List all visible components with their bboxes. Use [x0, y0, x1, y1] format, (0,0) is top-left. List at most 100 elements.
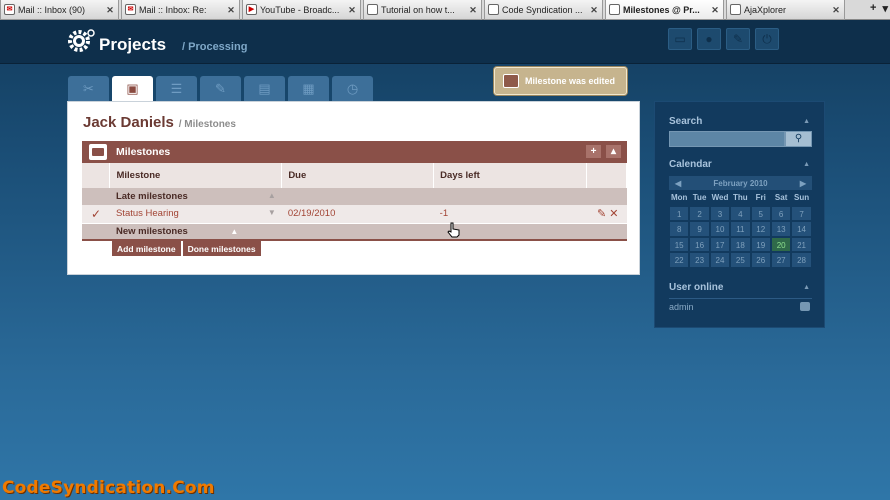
- calendar-day[interactable]: 14: [791, 221, 812, 237]
- project-name[interactable]: Jack Daniels: [83, 114, 174, 131]
- tab-tools-icon[interactable]: ✂: [68, 76, 109, 101]
- calendar-day[interactable]: 24: [709, 252, 731, 268]
- search-title: Search: [669, 116, 703, 127]
- next-month-icon[interactable]: ▶: [800, 179, 806, 188]
- collapse-icon[interactable]: ▴: [606, 145, 621, 158]
- calendar-day[interactable]: 26: [750, 252, 771, 268]
- collapse-triangle-icon[interactable]: ▲: [803, 161, 810, 168]
- browser-tab[interactable]: ▶ YouTube - Broadc... ✕: [242, 0, 361, 20]
- calendar-day[interactable]: 28: [791, 252, 812, 268]
- page-icon: [730, 4, 741, 15]
- calendar-day[interactable]: 25: [730, 252, 751, 268]
- calendar-day[interactable]: 19: [750, 236, 771, 252]
- tab-notes-icon[interactable]: ✎: [200, 76, 241, 101]
- calendar-day[interactable]: 11: [730, 221, 751, 237]
- tab-time-icon[interactable]: ◷: [332, 76, 373, 101]
- calendar-day[interactable]: 1: [669, 205, 690, 221]
- milestone-icon: [503, 74, 519, 88]
- calendar-day[interactable]: 12: [750, 221, 771, 237]
- column-due[interactable]: Due: [281, 163, 435, 188]
- late-milestones-label: Late milestones: [115, 191, 188, 202]
- done-milestones-button[interactable]: Done milestones: [182, 241, 261, 256]
- power-icon[interactable]: ⏻: [755, 28, 779, 50]
- app-title[interactable]: Projects: [99, 35, 166, 55]
- browser-tab[interactable]: ✉ Mail :: Inbox: Re: ✕: [121, 0, 240, 20]
- calendar-day[interactable]: 6: [770, 205, 792, 221]
- tab-files-icon[interactable]: ▤: [244, 76, 285, 101]
- browser-tab[interactable]: Tutorial on how t... ✕: [363, 0, 482, 20]
- collapse-triangle-icon[interactable]: ▲: [230, 227, 238, 236]
- watermark: CodeSyndication.Com: [2, 478, 215, 498]
- chat-icon[interactable]: [800, 302, 810, 311]
- column-milestone[interactable]: Milestone: [109, 163, 283, 188]
- column-days-left[interactable]: Days left: [433, 163, 587, 188]
- milestone-name[interactable]: Status Hearing: [116, 208, 179, 219]
- milestone-days-left: -1: [433, 205, 587, 224]
- collapse-triangle-icon[interactable]: ▲: [268, 191, 276, 200]
- delete-icon[interactable]: ✕: [609, 208, 618, 220]
- add-icon[interactable]: +: [586, 145, 601, 158]
- calendar-day[interactable]: 3: [709, 205, 731, 221]
- monitor-icon[interactable]: ▭: [668, 28, 692, 50]
- calendar-day[interactable]: 20: [770, 236, 792, 252]
- calendar-day[interactable]: 22: [669, 252, 690, 268]
- table-row[interactable]: ✓ Status Hearing ▼ 02/19/2010 -1 ✎ ✕: [82, 205, 627, 224]
- close-icon[interactable]: ✕: [589, 5, 599, 15]
- wrench-icon[interactable]: ✎: [726, 28, 750, 50]
- tab-menu-icon[interactable]: ▾: [882, 2, 888, 15]
- calendar-day[interactable]: 10: [709, 221, 731, 237]
- browser-tab[interactable]: Milestones @ Pr... ✕: [605, 0, 724, 20]
- group-row-new[interactable]: New milestones ▲: [82, 223, 627, 240]
- close-icon[interactable]: ✕: [347, 5, 357, 15]
- close-icon[interactable]: ✕: [105, 5, 115, 15]
- new-tab-icon[interactable]: +: [870, 2, 876, 15]
- browser-tab[interactable]: Code Syndication ... ✕: [484, 0, 603, 20]
- tab-contacts-icon[interactable]: ▦: [288, 76, 329, 101]
- search-icon[interactable]: ⚲: [785, 131, 812, 147]
- calendar-day[interactable]: 18: [730, 236, 751, 252]
- sidebar: Search ▲ ⚲ Calendar ▲ ◀ February 2010 ▶ …: [654, 101, 825, 328]
- calendar-day[interactable]: 23: [689, 252, 710, 268]
- calendar-day[interactable]: 7: [791, 205, 812, 221]
- close-icon[interactable]: ✕: [710, 5, 720, 15]
- group-row-late[interactable]: Late milestones ▲: [82, 188, 627, 205]
- prev-month-icon[interactable]: ◀: [675, 179, 681, 188]
- close-icon[interactable]: ✕: [226, 5, 236, 15]
- calendar-day[interactable]: 27: [770, 252, 792, 268]
- browser-tab[interactable]: AjaXplorer ✕: [726, 0, 845, 20]
- tab-milestones-icon[interactable]: ▣: [112, 76, 153, 102]
- calendar-day[interactable]: 2: [689, 205, 710, 221]
- tab-tasks-icon[interactable]: ☰: [156, 76, 197, 101]
- main-panel: Jack Daniels / Milestones Milestones + ▴…: [67, 101, 640, 275]
- close-icon[interactable]: ✕: [468, 5, 478, 15]
- dropdown-triangle-icon[interactable]: ▼: [268, 208, 276, 217]
- weekday-label: Sun: [793, 193, 810, 202]
- calendar-day[interactable]: 13: [770, 221, 792, 237]
- collapse-triangle-icon[interactable]: ▲: [803, 284, 810, 291]
- gear-logo-icon: [68, 29, 95, 52]
- calendar-day[interactable]: 4: [730, 205, 751, 221]
- add-milestone-button[interactable]: Add milestone: [112, 241, 181, 256]
- collapse-triangle-icon[interactable]: ▲: [803, 118, 810, 125]
- browser-tab-title: Code Syndication ...: [502, 4, 583, 15]
- calendar-day[interactable]: 15: [669, 236, 690, 252]
- calendar-day[interactable]: 21: [791, 236, 812, 252]
- close-icon[interactable]: ✕: [831, 5, 841, 15]
- edit-icon[interactable]: ✎: [597, 208, 606, 220]
- check-icon[interactable]: ✓: [82, 205, 110, 224]
- milestone-actions: Add milestone Done milestones: [112, 241, 261, 256]
- weekday-label: Mon: [670, 193, 688, 202]
- online-user[interactable]: admin: [669, 302, 694, 312]
- calendar-day[interactable]: 16: [689, 236, 710, 252]
- calendar-header: ◀ February 2010 ▶: [669, 176, 812, 190]
- tab-controls[interactable]: + ▾: [870, 2, 888, 15]
- user-icon[interactable]: ●: [697, 28, 721, 50]
- calendar-day[interactable]: 8: [669, 221, 690, 237]
- calendar-day[interactable]: 9: [689, 221, 710, 237]
- weekday-label: Tue: [692, 193, 707, 202]
- search-input[interactable]: [669, 131, 785, 147]
- browser-tab[interactable]: ✉ Mail :: Inbox (90) ✕: [0, 0, 119, 20]
- milestone-icon: [89, 144, 107, 160]
- calendar-day[interactable]: 17: [709, 236, 731, 252]
- calendar-day[interactable]: 5: [750, 205, 771, 221]
